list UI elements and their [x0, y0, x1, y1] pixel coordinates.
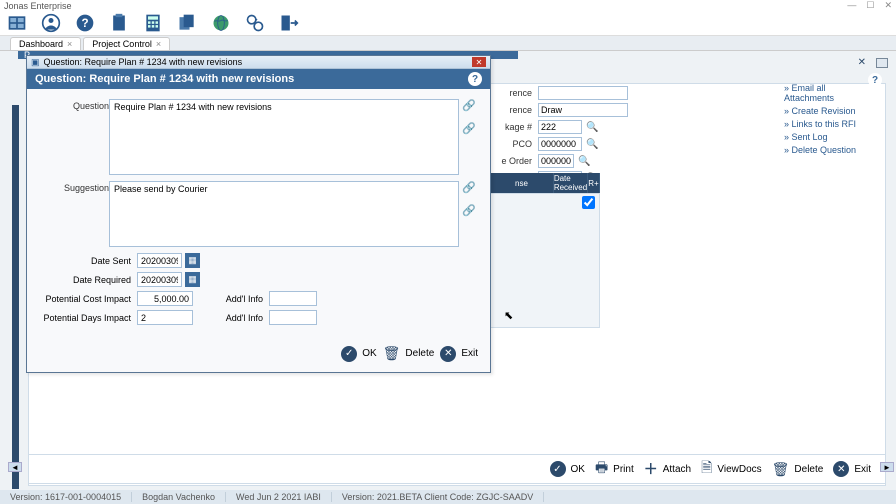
status-version: Version: 1617-001-0004015 [0, 492, 132, 502]
help-icon[interactable]: ? [468, 72, 482, 86]
order-field[interactable] [538, 154, 574, 168]
ok-button[interactable]: ✓OK [341, 346, 376, 362]
panel-minimize-icon[interactable] [876, 58, 888, 68]
plus-icon: ＋ [644, 459, 658, 479]
lookup-icon[interactable]: 🔍 [586, 122, 598, 133]
status-build: Version: 2021.BETA Client Code: ZGJC-SAA… [332, 492, 544, 502]
window-controls: — ☐ ✕ [847, 0, 892, 11]
status-datetime: Wed Jun 2 2021 IABI [226, 492, 332, 502]
printer-icon: 🖶 [595, 457, 608, 481]
exit-button[interactable]: ✕Exit [833, 461, 871, 477]
link-icon[interactable]: 🔗 [462, 122, 476, 135]
date-sent-label: Date Sent [39, 256, 131, 266]
tab-project-control[interactable]: Project Control× [83, 37, 170, 50]
window-icon: ▣ [31, 57, 40, 68]
help-icon[interactable]: ? [74, 12, 96, 34]
days-impact-label: Potential Days Impact [39, 313, 131, 323]
addl-info-field-2[interactable] [269, 310, 317, 325]
addl-info-label-1: Add'l Info [223, 294, 263, 304]
side-ribbon [12, 105, 19, 489]
create-revision-link[interactable]: » Create Revision [784, 106, 858, 116]
delete-question-link[interactable]: » Delete Question [784, 145, 858, 155]
main-toolbar: ? [0, 11, 896, 36]
package-field[interactable] [538, 120, 582, 134]
action-links: » Email all Attachments » Create Revisio… [784, 83, 858, 158]
exit-icon[interactable] [278, 12, 300, 34]
date-required-label: Date Required [39, 275, 131, 285]
close-icon[interactable]: ✕ [472, 57, 486, 67]
ok-button[interactable]: ✓OK [550, 461, 585, 477]
cost-impact-field[interactable] [137, 291, 193, 306]
links-rfi-link[interactable]: » Links to this RFI [784, 119, 858, 129]
close-icon[interactable]: ✕ [884, 0, 892, 11]
clipboard-icon[interactable] [108, 12, 130, 34]
date-required-field[interactable] [137, 272, 182, 287]
bg-table-body[interactable] [490, 193, 600, 328]
doc-icon: 🗎 [701, 457, 712, 481]
addl-info-field-1[interactable] [269, 291, 317, 306]
sent-log-link[interactable]: » Sent Log [784, 132, 858, 142]
reference2-field[interactable] [538, 103, 628, 117]
link-icon[interactable]: 🔗 [462, 204, 476, 217]
delete-button[interactable]: 🗑Delete [772, 461, 824, 478]
date-sent-field[interactable] [137, 253, 182, 268]
close-icon[interactable]: × [156, 39, 161, 49]
days-impact-field[interactable] [137, 310, 193, 325]
lookup-icon[interactable]: 🔍 [586, 139, 598, 150]
addl-info-label-2: Add'l Info [223, 313, 263, 323]
panel-close-icon[interactable]: ✕ [858, 57, 866, 68]
lookup-icon[interactable]: 🔍 [578, 156, 590, 167]
cost-impact-label: Potential Cost Impact [39, 294, 131, 304]
viewdocs-button[interactable]: 🗎ViewDocs [701, 457, 762, 481]
link-icon[interactable]: 🔗 [462, 181, 476, 194]
row-checkbox[interactable] [582, 196, 595, 209]
question-textarea[interactable] [109, 99, 459, 175]
globe-icon[interactable] [210, 12, 232, 34]
pco-field[interactable] [538, 137, 582, 151]
dialog-window-title: Question: Require Plan # 1234 with new r… [44, 57, 243, 67]
svg-text:?: ? [81, 17, 88, 30]
calculator-icon[interactable] [142, 12, 164, 34]
suggestion-textarea[interactable] [109, 181, 459, 247]
user-icon[interactable] [40, 12, 62, 34]
maximize-icon[interactable]: ☐ [866, 0, 874, 11]
calendar-icon[interactable]: ▦ [185, 253, 200, 268]
close-icon[interactable]: × [67, 39, 72, 49]
reference-field[interactable] [538, 86, 628, 100]
question-label: Question [39, 99, 109, 175]
bottom-toolbar: ✓OK 🖶Print ＋Attach 🗎ViewDocs 🗑Delete ✕Ex… [28, 454, 886, 484]
tab-strip: Dashboard× Project Control× [0, 36, 896, 51]
scroll-right-icon[interactable]: ► [880, 462, 894, 472]
scroll-left-icon[interactable]: ◄ [8, 462, 22, 472]
bg-table-header: nse Date Received R+ [490, 173, 600, 189]
link-icon[interactable]: 🔗 [462, 99, 476, 112]
trash-icon: 🗑 [772, 461, 790, 478]
email-attachments-link[interactable]: » Email all Attachments [784, 83, 858, 103]
module-icon[interactable] [6, 12, 28, 34]
delete-button[interactable]: 🗑Delete [383, 345, 435, 362]
trash-icon: 🗑 [383, 345, 401, 362]
exit-button[interactable]: ✕Exit [440, 346, 478, 362]
print-button[interactable]: 🖶Print [595, 457, 634, 481]
calendar-icon[interactable]: ▦ [185, 272, 200, 287]
status-bar: Version: 1617-001-0004015 Bogdan Vachenk… [0, 490, 896, 504]
question-dialog: ▣ Question: Require Plan # 1234 with new … [26, 55, 491, 373]
tab-dashboard[interactable]: Dashboard× [10, 37, 81, 50]
documents-icon[interactable] [176, 12, 198, 34]
app-title: Jonas Enterprise [4, 1, 72, 11]
status-user: Bogdan Vachenko [132, 492, 226, 502]
attach-button[interactable]: ＋Attach [644, 459, 691, 479]
sync-icon[interactable] [244, 12, 266, 34]
minimize-icon[interactable]: — [847, 0, 856, 11]
dialog-header-title: Question: Require Plan # 1234 with new r… [35, 73, 294, 85]
help-icon[interactable]: ? [868, 73, 882, 87]
suggestion-label: Suggestion [39, 181, 109, 247]
